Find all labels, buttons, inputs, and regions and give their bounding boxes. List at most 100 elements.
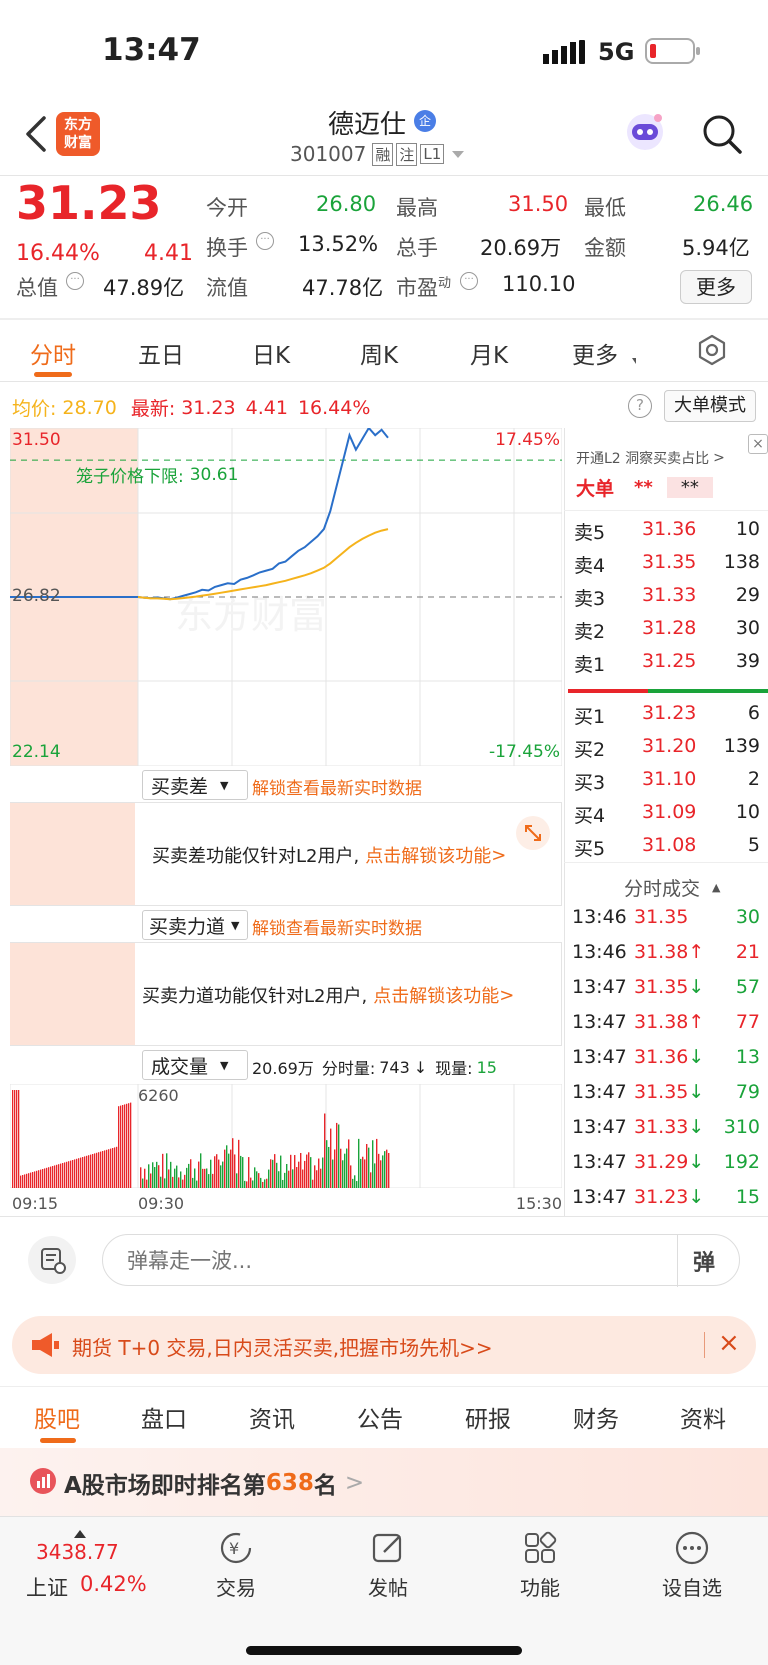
tab-daily-k[interactable]: 日K — [252, 336, 290, 370]
rank-banner[interactable]: A股市场即时排名第 638 名 > — [0, 1448, 768, 1516]
volume-bar — [160, 1176, 162, 1188]
unlock-hint-1[interactable]: 解锁查看最新实时数据 — [252, 774, 422, 799]
volume-bar — [100, 1151, 102, 1188]
tab-guba[interactable]: 股吧 — [34, 1400, 80, 1434]
volume-bar — [370, 1172, 372, 1188]
tab-order-book[interactable]: 盘口 — [141, 1400, 187, 1434]
tab-profile[interactable]: 资料 — [680, 1400, 726, 1434]
tick-volume: 57 — [735, 976, 760, 998]
tab-five-day[interactable]: 五日 — [138, 336, 184, 370]
volume-bar — [298, 1161, 300, 1188]
volume-bar — [74, 1159, 76, 1188]
tab-news[interactable]: 资讯 — [249, 1400, 295, 1434]
tab-finance[interactable]: 财务 — [573, 1400, 619, 1434]
expand-icon[interactable] — [516, 816, 550, 850]
tab-more[interactable]: 更多 — [572, 336, 618, 370]
price-chart[interactable]: 东方财富 31.50 26.82 22.14 17.45% -17.45% 笼子… — [9, 426, 563, 767]
more-button[interactable]: 更多 — [680, 270, 752, 304]
volume-bar — [276, 1162, 278, 1188]
time-open-label: 09:30 — [138, 1194, 185, 1213]
volume-bar — [386, 1149, 388, 1188]
volume-bar — [112, 1148, 114, 1188]
help-icon[interactable]: ? — [628, 394, 652, 418]
tab-intraday[interactable]: 分时 — [30, 336, 76, 370]
unlock-link-1[interactable]: 点击解锁该功能 — [365, 842, 491, 868]
order-book: 开通L2 洞察买卖占比 > × 大单 ** ** 卖5 31.36 10 卖4 31.3… — [564, 428, 768, 1216]
back-icon[interactable] — [22, 114, 50, 154]
chart-settings-icon[interactable] — [696, 334, 728, 366]
volume-bar — [368, 1147, 370, 1188]
volume-bar — [240, 1155, 242, 1188]
volume-label: 总手 — [396, 236, 438, 260]
danmu-toggle[interactable]: 弹 — [693, 1245, 715, 1277]
tab-announcement[interactable]: 公告 — [357, 1400, 403, 1434]
ticks-header[interactable]: 分时成交 ▲ — [624, 874, 720, 901]
close-ad-icon[interactable]: × — [718, 1328, 740, 1358]
volume-bar — [372, 1140, 374, 1188]
tab-monthly-k[interactable]: 月K — [470, 336, 508, 370]
nav-function[interactable]: 功能 — [500, 1530, 580, 1610]
nav-trade[interactable]: ¥ 交易 — [196, 1530, 276, 1610]
volume-bar — [52, 1166, 54, 1188]
danmu-input-field[interactable] — [127, 1247, 667, 1275]
close-promo-icon[interactable]: × — [748, 434, 768, 454]
danmu-input[interactable]: 弹 — [102, 1234, 740, 1287]
unlock-hint-2[interactable]: 解锁查看最新实时数据 — [252, 914, 422, 939]
big-order-value-1: ** — [634, 477, 653, 498]
stock-code-row[interactable]: 301007 融 注 L1 — [290, 140, 465, 168]
big-order-mode-button[interactable]: 大单模式 — [664, 390, 756, 422]
volume-bar — [148, 1164, 150, 1188]
tick-price: 31.38↑ — [634, 1011, 705, 1033]
signal-icon — [543, 40, 585, 64]
float-label: 流值 — [206, 276, 248, 300]
tick-time: 13:47 — [572, 976, 627, 998]
volume-bar — [166, 1153, 168, 1188]
volume-bar — [38, 1170, 40, 1188]
watermark-text: 东方财富 — [175, 593, 327, 637]
volume-bar — [246, 1181, 248, 1188]
search-icon[interactable] — [700, 112, 744, 156]
volume-bar — [44, 1168, 46, 1188]
notes-icon[interactable] — [28, 1236, 76, 1284]
ad-banner[interactable]: 期货 T+0 交易,日内灵活买卖,把握市场先机>> × — [12, 1316, 756, 1374]
l2-promo[interactable]: 开通L2 洞察买卖占比 > — [576, 448, 725, 468]
index-ticker[interactable]: 3438.77 上证 0.42% — [20, 1526, 170, 1606]
tick-row: 13:47 31.36↓ 13 — [564, 1042, 768, 1076]
volume-bar — [316, 1170, 318, 1188]
bid-volume: 139 — [723, 735, 760, 757]
nav-post[interactable]: 发帖 — [348, 1530, 428, 1610]
unlock-link-2[interactable]: 点击解锁该功能 — [373, 982, 499, 1008]
volume-bar — [98, 1152, 100, 1188]
rank-number: 638 — [265, 1470, 314, 1496]
turnover-info-icon[interactable]: ··· — [256, 232, 274, 250]
buy-sell-diff-selector[interactable]: 买卖差 ▼ — [142, 770, 248, 800]
change-amount: 4.41 — [144, 241, 193, 266]
avg-value: 28.70 — [62, 396, 117, 419]
volume-selector[interactable]: 成交量 ▼ — [142, 1050, 248, 1080]
bid-label: 买2 — [574, 739, 606, 761]
volume-bar — [224, 1149, 226, 1188]
function-icon — [522, 1530, 558, 1566]
tick-row: 13:47 31.23↓ 15 — [564, 1182, 768, 1216]
volume-bar — [242, 1157, 244, 1188]
tick-price: 31.35↓ — [634, 976, 705, 998]
tick-time: 13:47 — [572, 1116, 627, 1138]
ask-level-3: 卖3 31.33 29 — [564, 580, 768, 612]
y-ref-label: 26.82 — [12, 586, 61, 606]
volume-bar — [180, 1171, 182, 1188]
robot-assistant-icon[interactable] — [622, 110, 668, 156]
eastmoney-logo[interactable]: 东方 财富 — [56, 112, 100, 156]
volume-bar — [28, 1173, 30, 1188]
nav-add-watchlist[interactable]: 设自选 — [652, 1530, 732, 1610]
down-arrow-icon: ↓ — [413, 1057, 428, 1077]
mktcap-info-icon[interactable]: ··· — [66, 272, 84, 290]
buy-sell-force-selector[interactable]: 买卖力道 ▼ — [142, 910, 248, 940]
tab-weekly-k[interactable]: 周K — [360, 336, 398, 370]
pe-info-icon[interactable]: ··· — [460, 272, 478, 290]
tab-research[interactable]: 研报 — [465, 1400, 511, 1434]
volume-bar — [124, 1104, 126, 1188]
volume-bar — [388, 1153, 390, 1188]
volume-bar — [86, 1155, 88, 1188]
volume-bar — [18, 1090, 20, 1188]
volume-bar — [260, 1177, 262, 1188]
